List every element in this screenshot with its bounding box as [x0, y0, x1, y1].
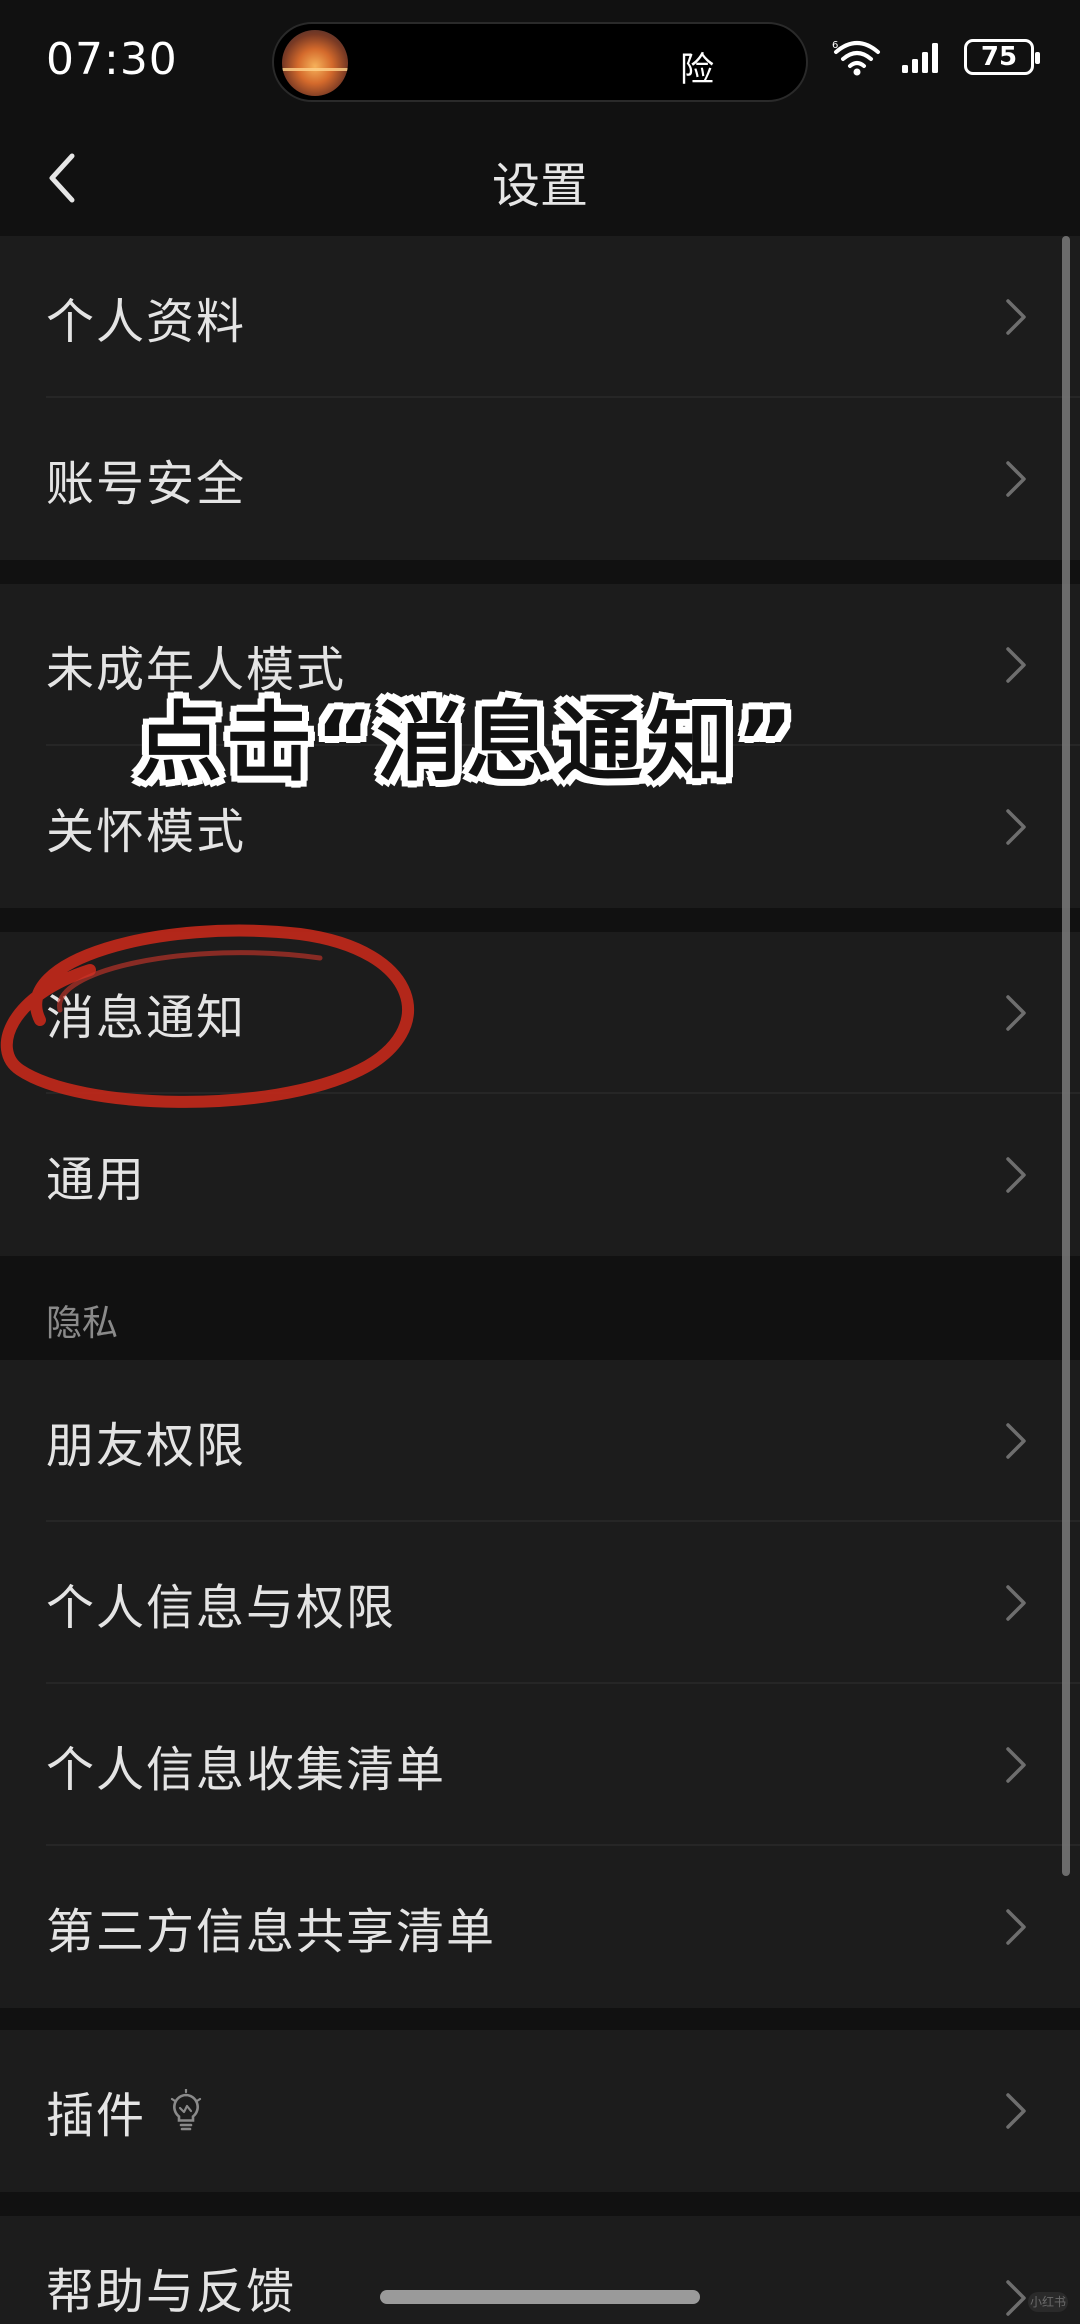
dynamic-island[interactable]: 险 [272, 22, 808, 102]
settings-group-help: 帮助与反馈 [0, 2216, 1080, 2324]
chevron-right-icon [1006, 809, 1026, 845]
settings-item-account-security[interactable]: 账号安全 [0, 398, 1080, 560]
chevron-right-icon [1006, 995, 1026, 1031]
scrollbar[interactable] [1062, 236, 1070, 1876]
status-bar: 07:30 险 6 75 [0, 0, 1080, 120]
annotation-text: 点击“消息通知” [136, 693, 798, 793]
settings-item-personal-info-permissions[interactable]: 个人信息与权限 [0, 1522, 1080, 1684]
chevron-right-icon [1006, 2093, 1026, 2129]
settings-item-notifications[interactable]: 消息通知 [0, 932, 1080, 1094]
settings-group-plugins: 插件 [0, 2030, 1080, 2192]
section-header-label: 隐私 [46, 1303, 119, 1344]
settings-item-label: 消息通知 [46, 990, 247, 1046]
home-indicator[interactable] [380, 2290, 700, 2304]
settings-item-profile[interactable]: 个人资料 [0, 236, 1080, 398]
page-title: 设置 [491, 158, 588, 214]
signal-icon [902, 43, 938, 73]
settings-item-label: 通用 [46, 1152, 147, 1208]
settings-item-help-feedback[interactable]: 帮助与反馈 [0, 2216, 1080, 2324]
settings-item-general[interactable]: 通用 [0, 1094, 1080, 1256]
svg-text:6: 6 [832, 40, 838, 51]
status-time: 07:30 [46, 34, 178, 85]
settings-item-label: 个人信息与权限 [46, 1580, 397, 1636]
chevron-right-icon [1006, 1747, 1026, 1783]
chevron-right-icon [1006, 2280, 1026, 2316]
settings-item-label: 插件 [46, 2088, 147, 2144]
nav-bar: 设置 [0, 120, 1080, 236]
settings-item-label: 帮助与反馈 [46, 2264, 297, 2320]
settings-item-label: 关怀模式 [46, 804, 247, 860]
settings-item-label: 账号安全 [46, 456, 247, 512]
island-avatar [282, 30, 348, 96]
battery-level: 75 [980, 42, 1018, 72]
settings-group-privacy: 朋友权限 个人信息与权限 个人信息收集清单 第三方信息共享清单 [0, 1360, 1080, 2008]
island-text: 险 [680, 50, 714, 90]
settings-item-third-party-sharing-list[interactable]: 第三方信息共享清单 [0, 1846, 1080, 2008]
watermark: 小红书 [1028, 2292, 1068, 2312]
section-header-privacy: 隐私 [0, 1294, 1080, 1346]
status-icons: 6 75 [832, 38, 1040, 76]
chevron-right-icon [1006, 1585, 1026, 1621]
chevron-right-icon [1006, 299, 1026, 335]
settings-group-general: 消息通知 通用 [0, 932, 1080, 1256]
chevron-right-icon [1006, 461, 1026, 497]
bulb-icon [170, 2089, 202, 2131]
settings-item-label: 第三方信息共享清单 [46, 1904, 497, 1960]
chevron-right-icon [1006, 1157, 1026, 1193]
settings-item-label: 个人资料 [46, 294, 247, 350]
settings-group-account: 个人资料 账号安全 [0, 236, 1080, 560]
settings-item-label: 朋友权限 [46, 1418, 247, 1474]
settings-item-friend-permissions[interactable]: 朋友权限 [0, 1360, 1080, 1522]
settings-item-plugins[interactable]: 插件 [0, 2030, 1080, 2192]
chevron-right-icon [1006, 1909, 1026, 1945]
wifi-icon: 6 [832, 40, 880, 76]
chevron-right-icon [1006, 647, 1026, 683]
chevron-right-icon [1006, 1423, 1026, 1459]
settings-item-label: 个人信息收集清单 [46, 1742, 447, 1798]
settings-item-info-collection-list[interactable]: 个人信息收集清单 [0, 1684, 1080, 1846]
battery-icon: 75 [964, 39, 1040, 75]
